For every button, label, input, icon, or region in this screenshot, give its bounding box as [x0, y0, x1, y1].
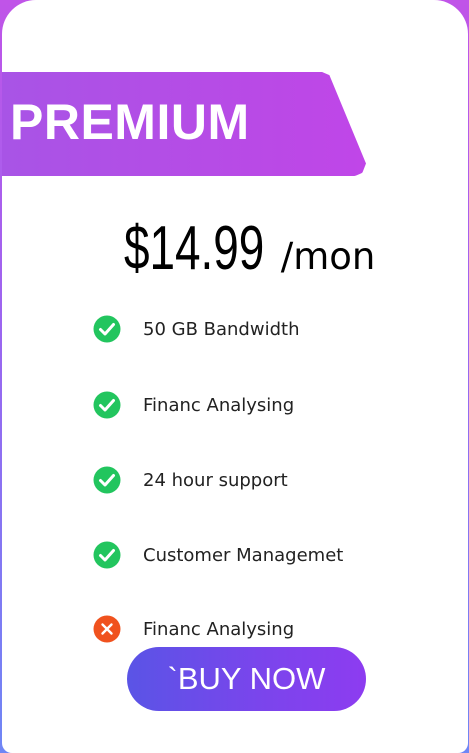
price: $14.99 /mon: [124, 218, 375, 280]
buy-now-button[interactable]: `BUY NOW: [127, 647, 366, 711]
check-circle-icon: [93, 391, 121, 419]
feature-label: Financ Analysing: [143, 618, 295, 640]
check-circle-icon: [93, 315, 121, 343]
x-circle-icon: [93, 615, 121, 643]
plan-name: PREMIUM: [10, 94, 250, 150]
price-period: /mon: [280, 235, 376, 278]
feature-item: Financ Analysing: [93, 390, 423, 420]
feature-label: Financ Analysing: [143, 394, 295, 416]
feature-label: 50 GB Bandwidth: [143, 318, 300, 340]
feature-item: 24 hour support: [93, 465, 423, 495]
check-circle-icon: [93, 541, 121, 569]
price-amount: $14.99: [124, 214, 265, 283]
check-circle-icon: [93, 466, 121, 494]
feature-label: Customer Managemet: [143, 544, 344, 566]
feature-label: 24 hour support: [143, 469, 288, 491]
feature-item: 50 GB Bandwidth: [93, 314, 423, 344]
feature-item: Customer Managemet: [93, 540, 423, 570]
pricing-card: PREMIUM $14.99 /mon 50 GB Bandwidth Fina…: [2, 0, 468, 753]
feature-item: Financ Analysing: [93, 614, 423, 644]
